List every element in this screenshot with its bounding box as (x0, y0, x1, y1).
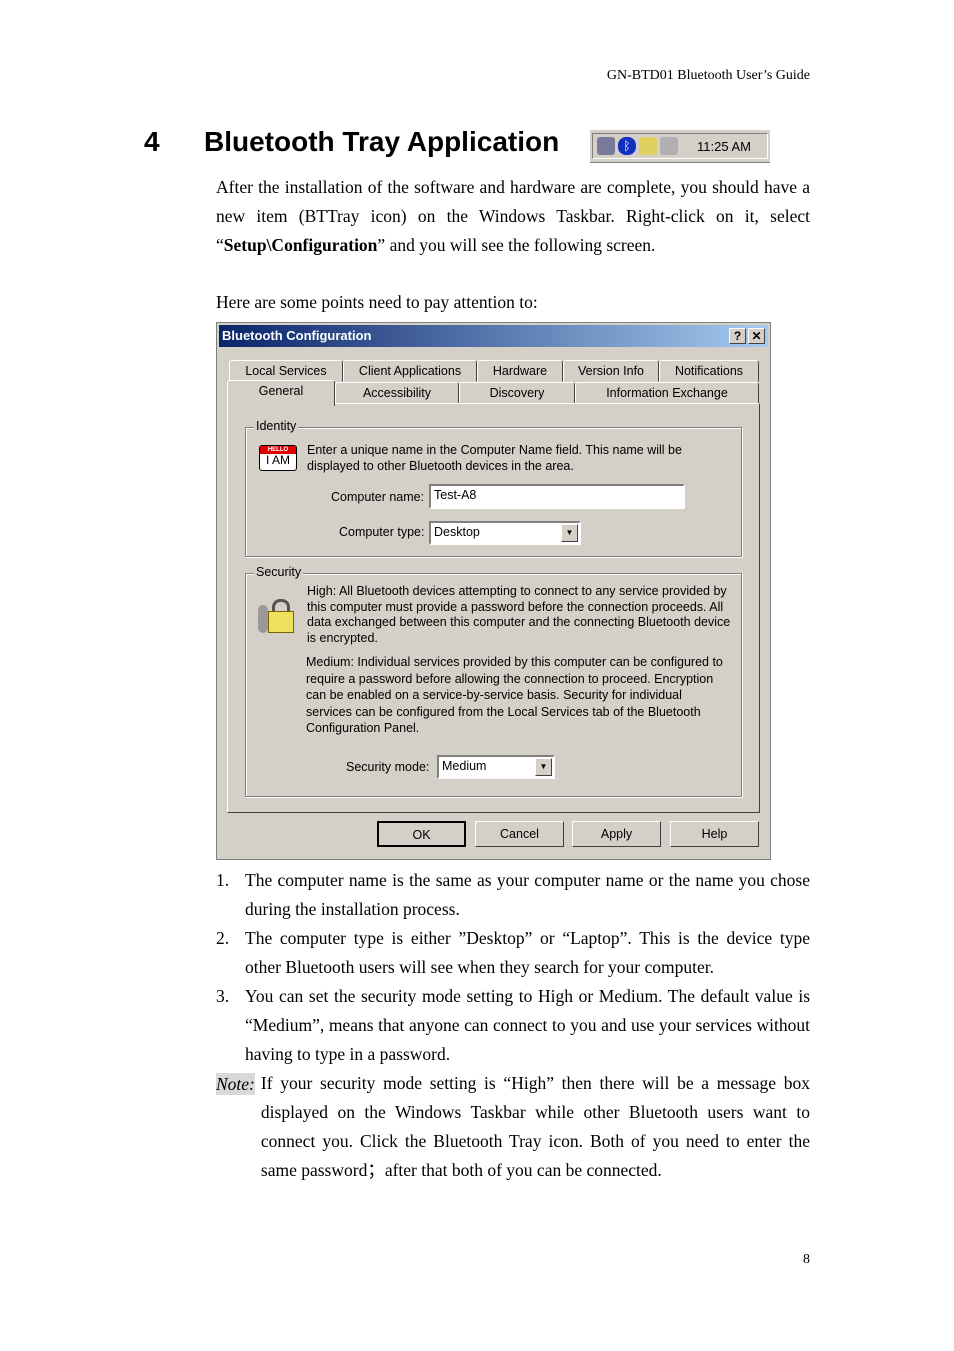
section-number: 4 (144, 126, 160, 157)
chevron-down-icon[interactable]: ▼ (535, 758, 552, 776)
tab-general[interactable]: General (227, 380, 335, 406)
computer-type-label: Computer type: (339, 525, 425, 539)
general-tab-panel: Identity HELLO I AM Enter a unique name … (227, 403, 760, 813)
identity-group: Identity HELLO I AM Enter a unique name … (245, 419, 742, 557)
computer-name-input[interactable]: Test-A8 (429, 484, 685, 509)
network-icon[interactable] (597, 137, 615, 155)
security-medium-description: Medium: Individual services provided by … (306, 655, 723, 735)
section-title: Bluetooth Tray Application (204, 126, 560, 157)
identity-legend: Identity (254, 419, 299, 433)
note: Note: If your security mode setting is “… (216, 1069, 810, 1185)
tab-version-info[interactable]: Version Info (563, 360, 659, 382)
list-item: 2. The computer type is either ”Desktop” … (216, 928, 810, 977)
tab-accessibility[interactable]: Accessibility (335, 382, 459, 404)
document-page: GN-BTD01 Bluetooth User’s Guide 4 Bluetoo… (0, 0, 954, 1351)
system-tray: ᛒ 11:25 AM (590, 129, 770, 163)
security-high-description: High: All Bluetooth devices attempting t… (307, 584, 731, 645)
computer-type-select[interactable]: Desktop ▼ (429, 521, 581, 545)
bluetooth-config-dialog: Bluetooth Configuration ? ✕ Local Servic… (216, 322, 771, 860)
cancel-button[interactable]: Cancel (475, 821, 564, 847)
lock-keys-icon (258, 599, 294, 635)
apply-button[interactable]: Apply (572, 821, 661, 847)
security-legend: Security (254, 565, 304, 579)
identity-description: Enter a unique name in the Computer Name… (307, 443, 682, 473)
list-item: 1. The computer name is the same as your … (216, 870, 810, 919)
help-button[interactable]: Help (670, 821, 759, 847)
hello-badge-icon: HELLO I AM (259, 445, 297, 471)
page-header: GN-BTD01 Bluetooth User’s Guide (606, 68, 810, 83)
page-number: 8 (803, 1252, 810, 1267)
security-mode-label: Security mode: (346, 760, 430, 774)
section-heading: 4 Bluetooth Tray Application (144, 126, 559, 158)
tab-local-services[interactable]: Local Services (229, 360, 343, 382)
chevron-down-icon[interactable]: ▼ (561, 524, 578, 542)
computer-name-label: Computer name: (331, 490, 425, 504)
close-icon[interactable]: ✕ (748, 328, 765, 344)
tab-discovery[interactable]: Discovery (459, 382, 575, 404)
note-text: If your security mode setting is “High” … (260, 1073, 810, 1180)
tools-icon[interactable] (660, 137, 678, 155)
bluetooth-icon[interactable]: ᛒ (618, 137, 636, 155)
tray-clock: 11:25 AM (697, 138, 751, 154)
ok-button[interactable]: OK (377, 821, 466, 847)
list-item: 3. You can set the security mode setting … (216, 986, 810, 1064)
security-mode-select[interactable]: Medium ▼ (437, 755, 555, 779)
intro-paragraph: After the installation of the software a… (216, 177, 810, 255)
dialog-titlebar: Bluetooth Configuration ? ✕ (219, 325, 768, 347)
tab-hardware[interactable]: Hardware (477, 360, 563, 382)
note-label: Note: (216, 1073, 255, 1095)
points-intro: Here are some points need to pay attenti… (216, 292, 538, 312)
printer-icon[interactable] (639, 137, 657, 155)
tab-client-applications[interactable]: Client Applications (343, 360, 477, 382)
points-list: 1. The computer name is the same as your … (216, 866, 810, 1185)
tab-notifications[interactable]: Notifications (659, 360, 759, 382)
dialog-title: Bluetooth Configuration (222, 328, 372, 343)
tab-information-exchange[interactable]: Information Exchange (575, 382, 759, 404)
security-group: Security High: All Bluetooth devices att… (245, 565, 742, 797)
help-title-button[interactable]: ? (729, 328, 746, 344)
